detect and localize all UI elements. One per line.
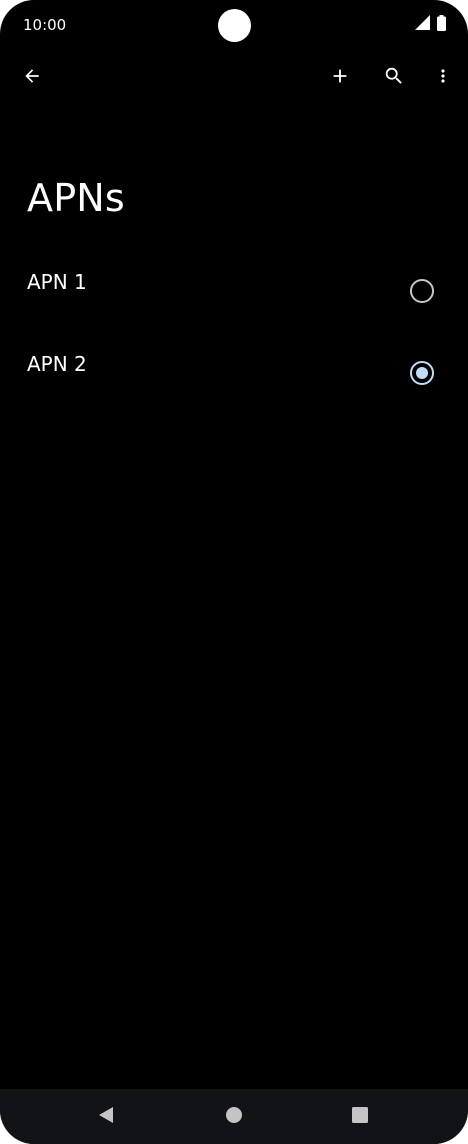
apn-item-label: APN 2 [27,352,87,376]
navigation-bar [0,1089,468,1144]
status-bar: 10:00 [0,0,468,50]
add-apn-button[interactable] [320,58,360,98]
status-icons [415,14,446,35]
status-time: 10:00 [23,16,67,34]
apn-item-label: APN 1 [27,270,87,294]
add-icon [329,65,351,91]
search-icon [383,65,405,91]
nav-recents-icon [351,1106,369,1128]
more-vert-icon [433,65,453,91]
nav-back-button[interactable] [88,1099,124,1135]
phone-screen: 10:00 APNs APN 1 APN 2 [0,0,468,1144]
apn-item-2[interactable]: APN 2 [0,332,468,414]
signal-icon [415,15,430,34]
nav-home-icon [225,1106,243,1128]
search-button[interactable] [374,58,414,98]
more-options-button[interactable] [423,58,463,98]
app-bar [0,56,468,102]
apn-radio-button[interactable] [410,361,434,385]
nav-home-button[interactable] [216,1099,252,1135]
page-title: APNs [27,176,125,220]
camera-cutout [218,9,251,42]
nav-back-icon [97,1105,115,1129]
battery-icon [437,14,446,35]
back-button[interactable] [12,58,52,98]
apn-list: APN 1 APN 2 [0,250,468,414]
nav-recents-button[interactable] [342,1099,378,1135]
back-arrow-icon [22,66,42,90]
apn-item-1[interactable]: APN 1 [0,250,468,332]
apn-radio-button[interactable] [410,279,434,303]
